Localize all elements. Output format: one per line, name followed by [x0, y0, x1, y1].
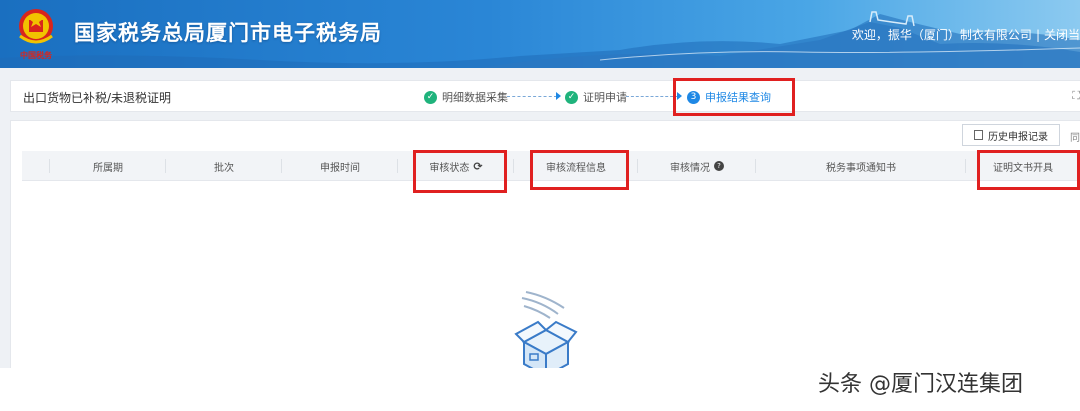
- step-label: 证明申请: [583, 91, 627, 104]
- welcome-separator: |: [1035, 28, 1040, 42]
- more-toolbar-text[interactable]: 同: [1070, 129, 1080, 144]
- history-button-label: 历史申报记录: [988, 131, 1048, 143]
- history-records-button[interactable]: 历史申报记录: [962, 124, 1060, 146]
- tax-emblem-icon: 中国税务: [19, 9, 53, 60]
- column-batch: 批次: [166, 151, 282, 181]
- step-detail-collection[interactable]: ✓ 明细数据采集: [424, 89, 508, 105]
- step-label: 明细数据采集: [442, 91, 508, 104]
- step-bar: 出口货物已补税/未退税证明 ✓ 明细数据采集 ✓ 证明申请 3 申报结果查询 ⛶: [10, 80, 1080, 112]
- empty-box-icon: [514, 291, 578, 370]
- watermark-text: 头条 @厦门汉连集团: [818, 372, 1023, 397]
- step-connector: [626, 96, 678, 97]
- document-icon: [974, 130, 983, 140]
- step-certificate-application[interactable]: ✓ 证明申请: [565, 89, 627, 105]
- column-declaration-time: 申报时间: [282, 151, 398, 181]
- fullscreen-icon[interactable]: ⛶: [1072, 89, 1080, 103]
- column-tax-notice: 税务事项通知书: [756, 151, 966, 181]
- step-connector: [507, 96, 557, 97]
- site-header: 中国税务 国家税务总局厦门市电子税务局 欢迎，振华（厦门）制衣有限公司 | 关闭当: [0, 0, 1080, 68]
- arrow-right-icon: [556, 92, 561, 100]
- welcome-text: 欢迎，振华（厦门）制衣有限公司: [851, 28, 1032, 42]
- check-circle-icon: ✓: [565, 90, 578, 104]
- highlight-box-process-info: [530, 150, 629, 190]
- page-title: 出口货物已补税/未退税证明: [23, 91, 172, 105]
- highlight-box-certificate-issue: [977, 150, 1080, 190]
- column-period: 所属期: [50, 151, 166, 181]
- column-review-situation: 审核情况 ?: [638, 151, 756, 181]
- welcome-bar: 欢迎，振华（厦门）制衣有限公司 | 关闭当: [852, 26, 1080, 43]
- site-title: 国家税务总局厦门市电子税务局: [74, 21, 382, 45]
- close-link[interactable]: 关闭当: [1044, 28, 1080, 42]
- check-circle-icon: ✓: [424, 90, 437, 104]
- highlight-box-review-status: [413, 150, 507, 193]
- svg-text:中国税务: 中国税务: [20, 50, 53, 60]
- question-circle-icon[interactable]: ?: [714, 161, 724, 171]
- table-header-checkbox-col: [22, 151, 50, 181]
- highlight-box-result-query: [673, 78, 795, 116]
